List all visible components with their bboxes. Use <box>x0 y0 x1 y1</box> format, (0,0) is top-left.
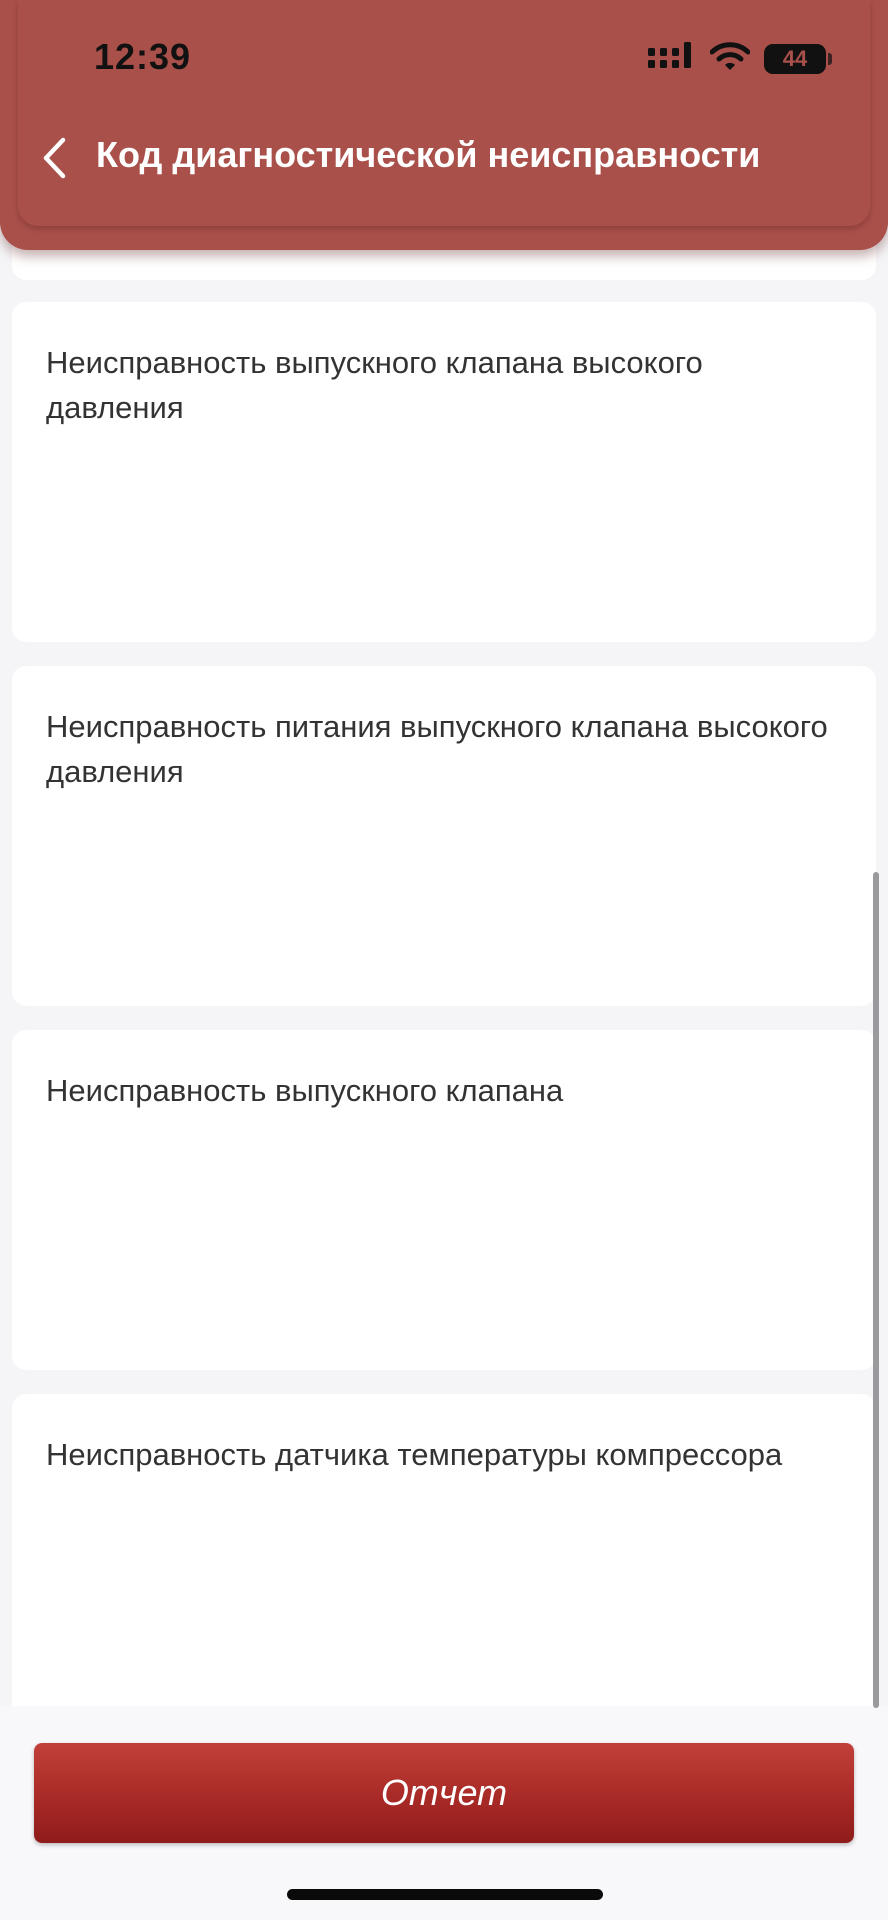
report-button-label: Отчет <box>380 1772 508 1813</box>
fault-card[interactable]: Неисправность питания выпускного клапана… <box>12 666 876 1006</box>
scrollbar[interactable] <box>873 872 879 1708</box>
fault-description: Неисправность выпускного клапана высоког… <box>46 345 703 425</box>
battery-tip <box>828 53 832 65</box>
status-bar: 12:39 44 <box>0 0 888 110</box>
page-title: Код диагностической неисправности <box>96 134 761 175</box>
report-button[interactable]: Отчет <box>34 1743 854 1843</box>
fault-description: Неисправность питания выпускного клапана… <box>46 709 828 789</box>
fault-list[interactable]: Неисправность выпускного клапана высоког… <box>0 0 888 1706</box>
app-header: 12:39 44 Код диагностической неисправнос… <box>0 0 888 250</box>
cellular-signal-icon <box>648 42 691 68</box>
fault-description: Неисправность датчика температуры компре… <box>46 1437 783 1472</box>
status-time: 12:39 <box>94 36 192 77</box>
chevron-left-icon <box>43 137 66 179</box>
screen: Неисправность выпускного клапана высоког… <box>0 0 888 1920</box>
back-button[interactable] <box>24 128 84 188</box>
home-indicator[interactable] <box>287 1889 603 1900</box>
wifi-icon <box>710 42 750 70</box>
battery-indicator: 44 <box>764 44 826 74</box>
fault-card[interactable]: Неисправность выпускного клапана высоког… <box>12 302 876 642</box>
fault-card[interactable]: Неисправность датчика температуры компре… <box>12 1394 876 1706</box>
bottom-action-bar: Отчет <box>0 1706 888 1920</box>
nav-bar: Код диагностической неисправности <box>0 120 888 200</box>
fault-card[interactable]: Неисправность выпускного клапана <box>12 1030 876 1370</box>
fault-description: Неисправность выпускного клапана <box>46 1073 564 1108</box>
